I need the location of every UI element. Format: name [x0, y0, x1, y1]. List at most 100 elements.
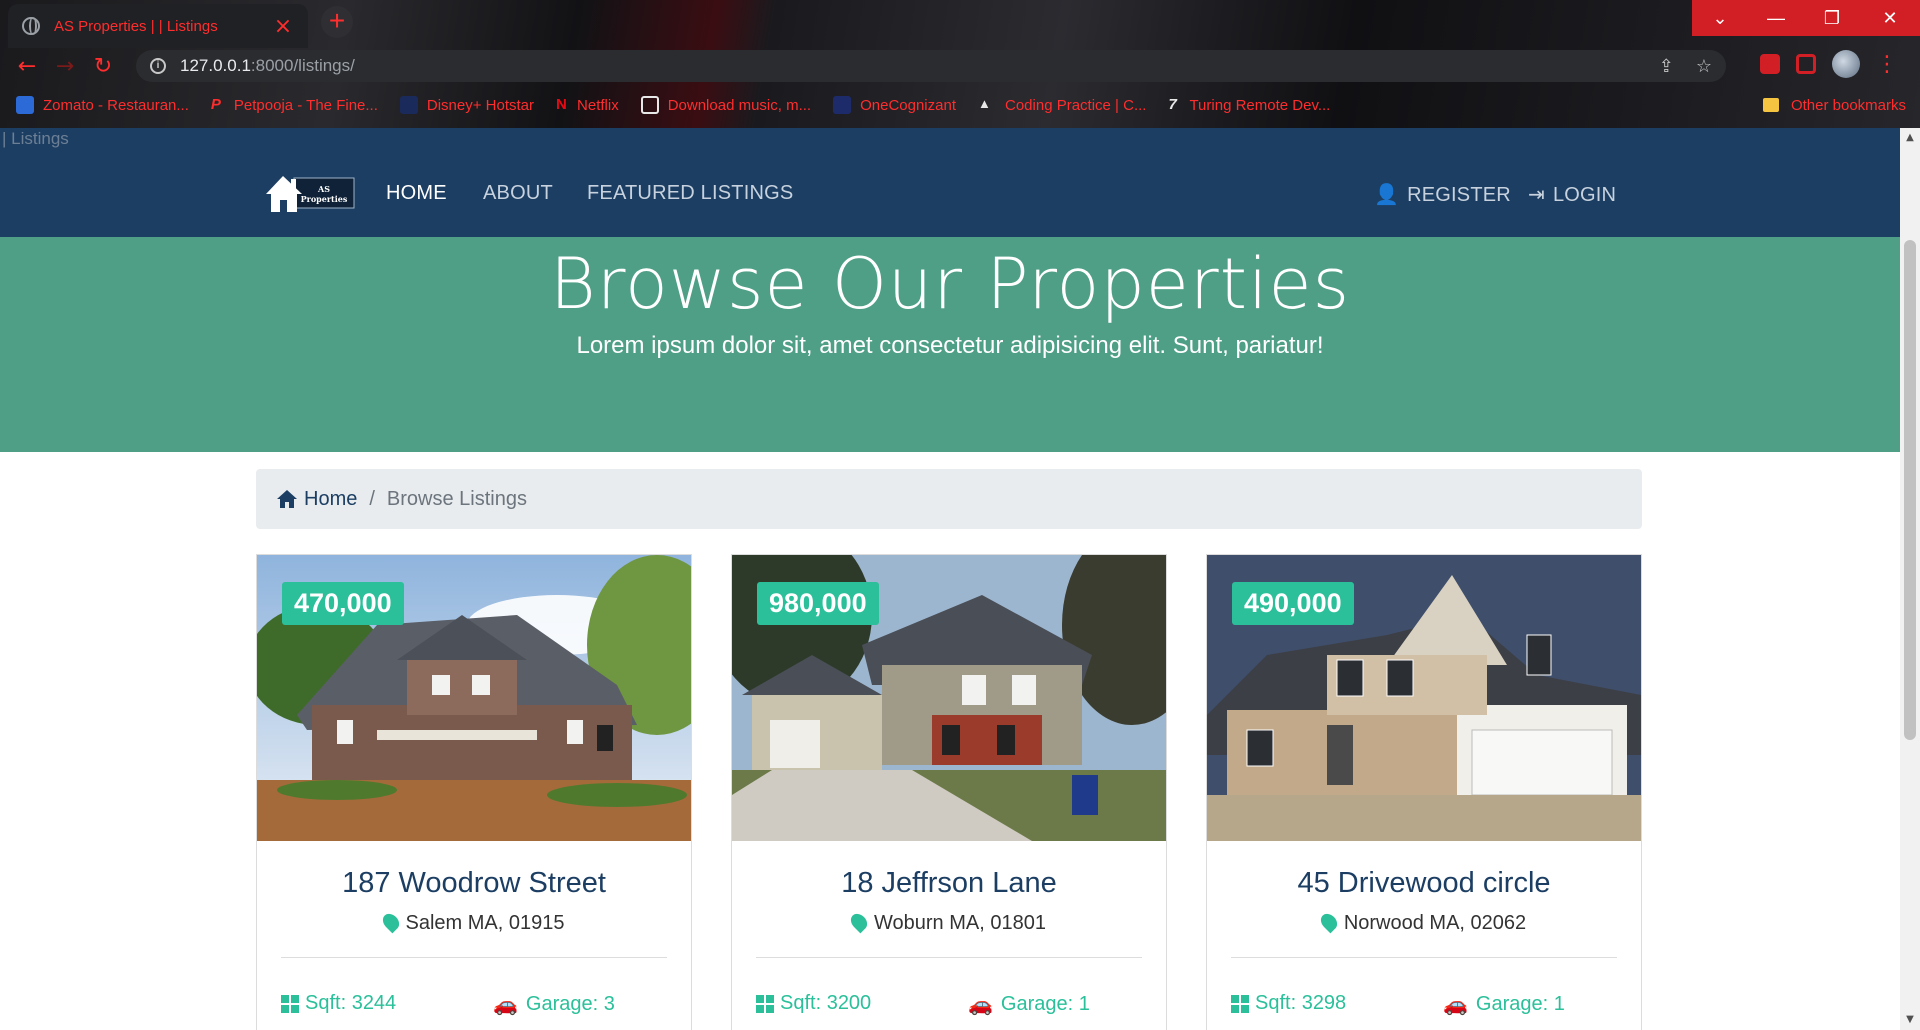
- address-bar[interactable]: i 127.0.0.1:8000/listings/ ⇪ ☆: [136, 50, 1726, 82]
- listing-location: Norwood MA, 02062: [1207, 910, 1641, 935]
- listing-title[interactable]: 18 Jeffrson Lane: [732, 867, 1166, 900]
- extension-puzzle-icon[interactable]: [1760, 54, 1780, 74]
- top-bar-text: | Listings: [2, 129, 69, 148]
- listing-photo[interactable]: 470,000: [257, 555, 691, 841]
- garage-text: Garage: 1: [1000, 993, 1090, 1015]
- bookmark-label: OneCognizant: [860, 96, 956, 114]
- other-bookmarks[interactable]: Other bookmarks: [1762, 90, 1906, 120]
- top-bar: | Listings: [0, 128, 1900, 150]
- scroll-down-arrow-icon[interactable]: ▼: [1904, 1014, 1916, 1026]
- logo-text-bottom: Properties: [301, 194, 348, 204]
- card-divider: [756, 957, 1142, 958]
- page-scrollbar[interactable]: ▲ ▼: [1900, 128, 1920, 1030]
- bookmark-item[interactable]: N Netflix: [556, 96, 619, 114]
- breadcrumb-current: Browse Listings: [386, 487, 527, 510]
- forward-arrow-icon[interactable]: →: [46, 50, 84, 82]
- sign-in-icon: ⇥: [1528, 184, 1545, 206]
- register-label: REGISTER: [1407, 184, 1511, 206]
- url-host: 127.0.0.1: [180, 56, 251, 75]
- share-icon[interactable]: ⇪: [1659, 56, 1674, 77]
- listing-card[interactable]: 470,000 187 Woodrow Street Salem MA, 019…: [256, 554, 692, 1030]
- listing-location: Salem MA, 01915: [257, 910, 691, 935]
- sqft-text: Sqft: 3244: [305, 992, 397, 1014]
- bookmark-item[interactable]: Disney+ Hotstar: [399, 96, 534, 114]
- price-badge: 980,000: [757, 582, 879, 625]
- tab-strip: AS Properties | | Listings × + ⌄ — ❐ ✕: [0, 0, 1920, 48]
- music-download-icon: [640, 96, 659, 114]
- nav-featured-listings[interactable]: FEATURED LISTINGS: [587, 182, 793, 205]
- bookmark-item[interactable]: P Petpooja - The Fine...: [211, 96, 378, 114]
- bookmark-item[interactable]: Download music, m...: [640, 96, 811, 114]
- main-navbar: AS Properties HOME ABOUT FEATURED LISTIN…: [0, 150, 1900, 237]
- bookmark-star-icon[interactable]: ☆: [1696, 56, 1712, 77]
- listing-title[interactable]: 45 Drivewood circle: [1207, 867, 1641, 900]
- minimize-button[interactable]: —: [1748, 0, 1804, 36]
- listing-card[interactable]: 490,000 45 Drivewood circle Norwood MA, …: [1206, 554, 1642, 1030]
- bookmark-item[interactable]: ▲ Coding Practice | C...: [978, 96, 1146, 114]
- nav-register[interactable]: 👤 REGISTER: [1374, 182, 1511, 207]
- map-marker-icon: [379, 910, 402, 934]
- scroll-up-arrow-icon[interactable]: ▲: [1904, 132, 1916, 144]
- bookmark-item[interactable]: 7 Turing Remote Dev...: [1168, 96, 1330, 114]
- scrollbar-thumb[interactable]: [1904, 240, 1916, 740]
- sqft-text: Sqft: 3298: [1255, 992, 1347, 1014]
- listing-card[interactable]: 980,000 18 Jeffrson Lane Woburn MA, 0180…: [731, 554, 1167, 1030]
- restore-button[interactable]: ❐: [1804, 0, 1860, 36]
- listing-garage: 🚗 Garage: 1: [968, 992, 1090, 1017]
- login-label: LOGIN: [1552, 184, 1617, 206]
- card-divider: [281, 957, 667, 958]
- bookmark-label: Petpooja - The Fine...: [233, 96, 378, 114]
- reload-icon[interactable]: ↻: [84, 50, 122, 82]
- listing-title[interactable]: 187 Woodrow Street: [257, 867, 691, 900]
- bookmark-label: Turing Remote Dev...: [1189, 96, 1331, 114]
- listing-location: Woburn MA, 01801: [732, 910, 1166, 935]
- browser-toolbar: ← → ↻ i 127.0.0.1:8000/listings/ ⇪ ☆: [0, 48, 1920, 84]
- browser-tab[interactable]: AS Properties | | Listings ×: [8, 4, 308, 48]
- new-tab-button[interactable]: +: [321, 6, 353, 38]
- back-arrow-icon[interactable]: ←: [8, 50, 46, 82]
- car-icon: 🚗: [493, 994, 518, 1016]
- listing-sqft: Sqft: 3200: [756, 992, 871, 1015]
- hero-subtitle: Lorem ipsum dolor sit, amet consectetur …: [576, 332, 1324, 359]
- breadcrumb: Home / Browse Listings: [256, 469, 1642, 529]
- close-window-button[interactable]: ✕: [1860, 0, 1920, 36]
- profile-avatar[interactable]: [1832, 50, 1860, 78]
- nav-about[interactable]: ABOUT: [483, 182, 553, 205]
- bookmark-label: Netflix: [577, 96, 619, 114]
- cognizant-icon: [833, 96, 852, 114]
- breadcrumb-home[interactable]: Home: [276, 488, 357, 511]
- user-plus-icon: 👤: [1374, 184, 1400, 206]
- listing-photo[interactable]: 980,000: [732, 555, 1166, 841]
- url-path: :8000/listings/: [250, 56, 355, 75]
- location-text: Woburn MA, 01801: [874, 912, 1046, 934]
- extensions-area: ⋮: [1760, 50, 1898, 78]
- listing-photo[interactable]: 490,000: [1207, 555, 1641, 841]
- site-info-icon[interactable]: i: [150, 58, 166, 74]
- breadcrumb-separator: /: [369, 487, 375, 510]
- bookmark-item[interactable]: Zomato - Restauran...: [16, 96, 189, 114]
- hotstar-icon: [399, 96, 418, 114]
- garage-text: Garage: 3: [525, 993, 615, 1015]
- reading-list-icon[interactable]: [1796, 54, 1816, 74]
- bookmarks-bar: Zomato - Restauran... P Petpooja - The Fi…: [0, 90, 1920, 120]
- hero-section: Browse Our Properties Lorem ipsum dolor …: [0, 237, 1900, 452]
- listing-sqft: Sqft: 3298: [1231, 992, 1346, 1015]
- netflix-icon: N: [556, 96, 567, 113]
- bookmark-label: Coding Practice | C...: [1005, 96, 1147, 114]
- nav-login[interactable]: ⇥ LOGIN: [1528, 182, 1616, 207]
- bookmark-label: Zomato - Restauran...: [43, 96, 189, 114]
- location-text: Norwood MA, 02062: [1343, 912, 1527, 934]
- petpooja-icon: P: [210, 96, 221, 113]
- map-marker-icon: [1317, 910, 1341, 934]
- close-tab-icon[interactable]: ×: [272, 14, 294, 39]
- car-icon: 🚗: [1443, 994, 1468, 1016]
- house-logo-icon: AS Properties: [266, 176, 355, 212]
- nav-home[interactable]: HOME: [386, 182, 447, 205]
- price-badge: 470,000: [282, 582, 404, 625]
- site-logo[interactable]: AS Properties: [266, 170, 356, 218]
- home-icon: [277, 490, 297, 508]
- tab-search-button[interactable]: ⌄: [1692, 0, 1748, 36]
- listing-garage: 🚗 Garage: 3: [493, 992, 615, 1017]
- bookmark-item[interactable]: OneCognizant: [833, 96, 956, 114]
- browser-menu-icon[interactable]: ⋮: [1876, 52, 1898, 77]
